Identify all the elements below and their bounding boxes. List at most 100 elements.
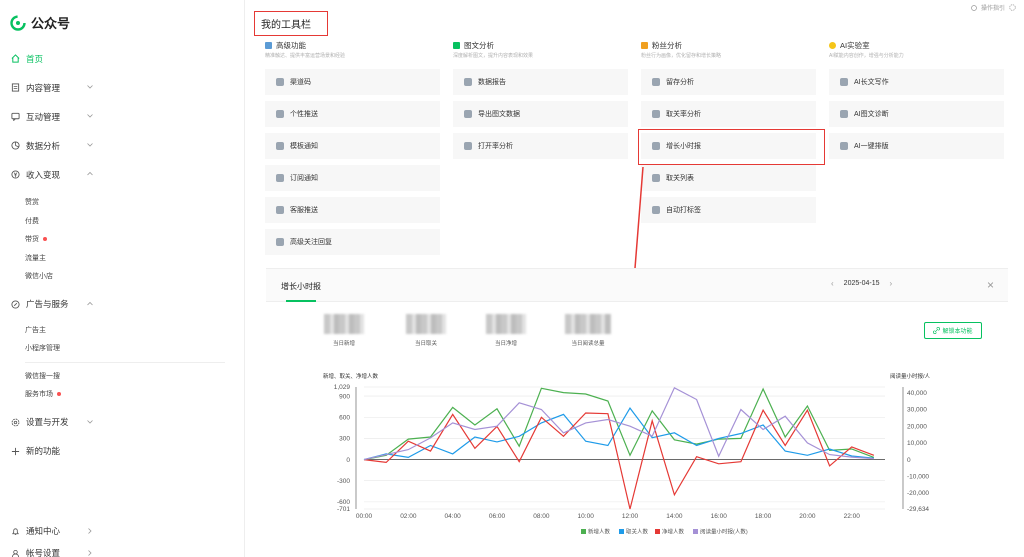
sidebar: 公众号 首页 内容管理 互动管理 数据分析 收入变现 赞赏 付费 带货 流量主 … <box>0 0 245 557</box>
sidebar-item-home[interactable]: 首页 <box>0 44 245 73</box>
sidebar-subitem-commerce[interactable]: 带货 <box>0 230 245 249</box>
pie-chart-icon <box>652 78 660 86</box>
wechat-official-logo-icon <box>10 14 26 31</box>
chevron-right-icon <box>88 528 92 534</box>
column-description: AI赋能内容创作，增强与分析能力 <box>829 53 904 59</box>
diagnosis-icon <box>840 110 848 118</box>
tool-subscribe-notice[interactable]: 订阅通知 <box>265 165 440 191</box>
push-icon <box>276 110 284 118</box>
sidebar-subitem-traffic[interactable]: 流量主 <box>0 249 245 268</box>
chevron-down-icon <box>87 419 93 424</box>
tool-data-report[interactable]: 数据报告 <box>453 69 628 95</box>
x-tick-label: 22:00 <box>844 513 861 520</box>
chart-lines <box>363 386 875 510</box>
help-label: 操作指引 <box>980 6 1005 12</box>
sidebar-item-new[interactable]: 新的功能 <box>0 437 245 466</box>
tool-template-notice[interactable]: 模板通知 <box>265 133 440 159</box>
topbar-help[interactable]: 操作指引 <box>971 3 1016 12</box>
bell-icon <box>276 142 284 150</box>
left-tick-label: -300 <box>337 478 350 485</box>
tool-open-rate[interactable]: 打开率分析 <box>453 133 628 159</box>
list-icon <box>652 174 660 182</box>
plus-icon <box>11 447 20 456</box>
sidebar-item-income[interactable]: 收入变现 <box>0 160 245 189</box>
tool-label: 打开率分析 <box>478 143 513 150</box>
sidebar-subitem-label: 赞赏 <box>25 199 39 207</box>
left-tick-label: 0 <box>346 457 350 464</box>
sidebar-subitem-search[interactable]: 微信搜一搜 <box>0 367 245 386</box>
chart-legend: 新增人数 取关人数 净增人数 阅读量小时报(人数) <box>581 528 748 536</box>
x-tick-label: 04:00 <box>445 513 462 520</box>
fans-analysis-icon <box>641 42 648 49</box>
tool-personal-push[interactable]: 个性推送 <box>265 101 440 127</box>
x-tick-label: 06:00 <box>489 513 506 520</box>
tool-ai-writing[interactable]: AI长文写作 <box>829 69 1004 95</box>
sidebar-subitem-paid[interactable]: 付费 <box>0 212 245 231</box>
legend-label: 净增人数 <box>662 528 685 536</box>
tool-export-data[interactable]: 导出图文数据 <box>453 101 628 127</box>
notification-dot <box>43 237 47 242</box>
sidebar-subitem-miniprogram[interactable]: 小程序管理 <box>0 339 245 358</box>
qrcode-icon <box>276 78 284 86</box>
legend-swatch <box>581 529 586 534</box>
sidebar-item-interact[interactable]: 互动管理 <box>0 102 245 131</box>
headset-icon <box>276 206 284 214</box>
sidebar-subitem-advertiser[interactable]: 广告主 <box>0 321 245 340</box>
sidebar-subitem-reward[interactable]: 赞赏 <box>0 193 245 212</box>
ai-lab-icon <box>829 42 836 49</box>
sidebar-item-analytics[interactable]: 数据分析 <box>0 131 245 160</box>
compass-icon <box>11 299 20 309</box>
chevron-up-icon <box>87 301 93 305</box>
article-analysis-icon <box>453 42 460 49</box>
sidebar-subitem-label: 小程序管理 <box>25 345 60 353</box>
tool-advanced-reply[interactable]: 高级关注回复 <box>265 229 440 255</box>
sidebar-subitem-label: 带货 <box>25 236 39 244</box>
tool-label: 客服推送 <box>290 207 318 214</box>
right-tick-label: -10,000 <box>907 473 929 480</box>
tool-unfollow-list[interactable]: 取关列表 <box>641 165 816 191</box>
tool-ai-diagnosis[interactable]: AI图文诊断 <box>829 101 1004 127</box>
x-tick-label: 14:00 <box>666 513 683 520</box>
column-description: 精准触达、提供丰富运营场景和经验 <box>265 53 346 59</box>
magnifier-icon <box>464 142 472 150</box>
sidebar-item-notifications[interactable]: 通知中心 <box>0 520 245 542</box>
tool-unfollow-rate[interactable]: 取关率分析 <box>641 101 816 127</box>
right-tick-label: 30,000 <box>907 407 927 414</box>
chevron-down-icon <box>87 114 93 118</box>
tool-channel-code[interactable]: 渠道码 <box>265 69 440 95</box>
coin-icon <box>11 170 20 179</box>
page-title: 我的工具栏 <box>261 20 311 31</box>
tool-ai-layout[interactable]: AI一键排版 <box>829 133 1004 159</box>
column-title: 粉丝分析 <box>652 41 682 50</box>
tool-service-push[interactable]: 客服推送 <box>265 197 440 223</box>
left-tick-label: 300 <box>339 436 350 443</box>
app-name: 公众号 <box>31 16 71 31</box>
sidebar-subitem-shop[interactable]: 微信小店 <box>0 267 245 286</box>
settings-icon[interactable] <box>1009 4 1016 11</box>
user-icon <box>11 549 20 557</box>
x-tick-label: 18:00 <box>755 513 772 520</box>
toolbar-title: 我的工具栏 <box>254 11 328 36</box>
sidebar-item-content[interactable]: 内容管理 <box>0 73 245 102</box>
tool-auto-tag[interactable]: 自动打标签 <box>641 197 816 223</box>
sidebar-item-account[interactable]: 帐号设置 <box>0 542 245 557</box>
sidebar-subitem-market[interactable]: 服务市场 <box>0 385 245 404</box>
sidebar-item-settings[interactable]: 设置与开发 <box>0 408 245 437</box>
sidebar-item-label: 收入变现 <box>26 169 61 180</box>
column-description: 深度解析图文，提升内容表现和效果 <box>453 53 534 59</box>
tool-retention[interactable]: 留存分析 <box>641 69 816 95</box>
tool-label: 取关列表 <box>666 175 694 182</box>
tool-label: 数据报告 <box>478 79 506 86</box>
right-tick-label: -29,634 <box>907 506 929 513</box>
column-title: 图文分析 <box>464 41 494 50</box>
sidebar-item-label: 广告与服务 <box>26 299 69 309</box>
x-tick-label: 10:00 <box>578 513 595 520</box>
tool-label: 订阅通知 <box>290 175 318 182</box>
sidebar-subitem-label: 流量主 <box>25 254 46 262</box>
x-tick-label: 12:00 <box>622 513 639 520</box>
app-logo[interactable]: 公众号 <box>10 13 70 32</box>
sidebar-item-ads[interactable]: 广告与服务 <box>0 290 245 319</box>
tool-label: 模板通知 <box>290 143 318 150</box>
x-tick-label: 08:00 <box>533 513 550 520</box>
sidebar-item-label: 帐号设置 <box>26 548 61 557</box>
